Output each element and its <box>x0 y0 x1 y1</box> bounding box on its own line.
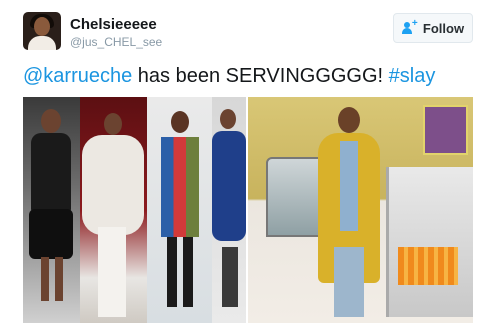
collage-panel-fur-coat <box>80 97 147 323</box>
follow-button[interactable]: + Follow <box>393 13 473 43</box>
user-avatar[interactable] <box>23 12 61 50</box>
person-head <box>338 107 360 133</box>
collage-panel-black-dress <box>23 97 80 323</box>
tweet-header: Chelsieeeee @jus_CHEL_see + Follow <box>23 12 473 52</box>
tweet-text: @karrueche has been SERVINGGGGG! #slay <box>23 63 435 89</box>
collage-panel-colorblock-dress <box>147 97 212 323</box>
denim-shirt <box>340 141 358 231</box>
denim-legs <box>334 247 364 317</box>
drink-fridge <box>386 167 473 317</box>
tweet-body: has been SERVINGGGGG! <box>132 65 389 87</box>
add-person-icon: + <box>401 19 418 34</box>
avatar-face <box>34 17 50 36</box>
avatar-shoulders <box>28 36 56 50</box>
follow-button-label: Follow <box>422 20 465 36</box>
orange-bottles <box>398 247 458 285</box>
hashtag-link[interactable]: #slay <box>389 65 436 87</box>
user-handle[interactable]: @jus_CHEL_see <box>70 35 162 49</box>
yellow-coat-photo[interactable] <box>248 97 473 323</box>
collage-panel-blue-fur <box>212 97 246 323</box>
tweet-media[interactable] <box>23 97 473 323</box>
store-signs <box>423 105 468 155</box>
user-display-name[interactable]: Chelsieeeee <box>70 16 157 33</box>
outfit-collage-image[interactable] <box>23 97 246 323</box>
mention-link[interactable]: @karrueche <box>23 65 132 87</box>
